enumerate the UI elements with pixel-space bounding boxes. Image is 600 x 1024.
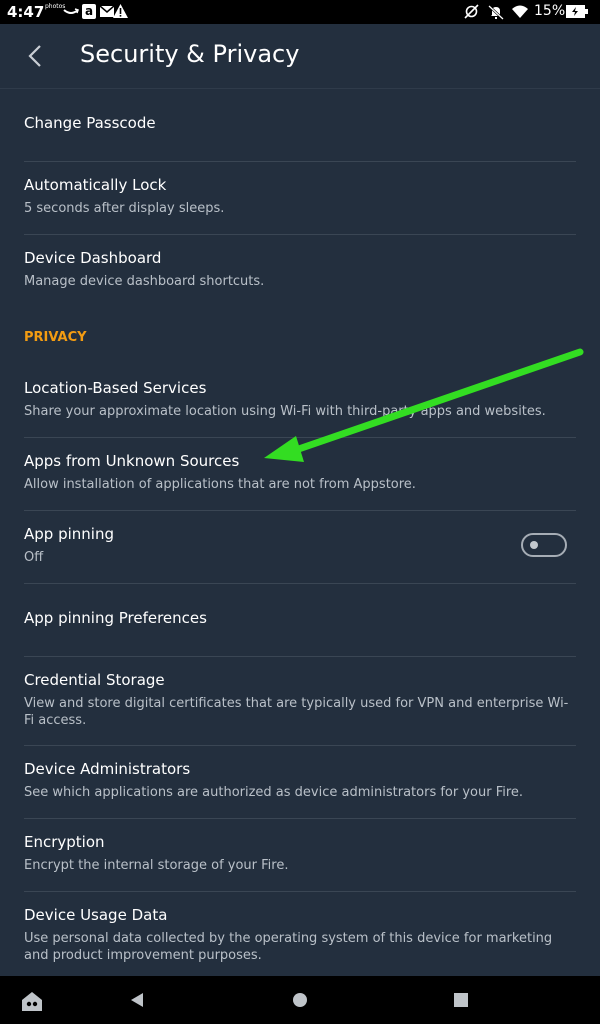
warning-icon [113, 4, 128, 18]
row-title: Automatically Lock [24, 176, 167, 194]
row-title: Location-Based Services [24, 379, 207, 397]
list-item-location-based-services[interactable]: Location-Based Services Share your appro… [24, 379, 576, 420]
navigation-bar [0, 976, 600, 1024]
divider [24, 583, 576, 584]
page-title: Security & Privacy [80, 40, 300, 68]
wifi-icon [512, 5, 528, 18]
toggle-knob [530, 541, 538, 549]
list-item-device-dashboard[interactable]: Device Dashboard Manage device dashboard… [24, 249, 576, 290]
battery-percent: 15% [534, 3, 566, 19]
row-subtitle: Use personal data collected by the opera… [24, 931, 553, 963]
row-subtitle: See which applications are authorized as… [24, 785, 524, 800]
divider [24, 437, 576, 438]
mail-icon [100, 6, 114, 17]
row-subtitle: 5 seconds after display sleeps. [24, 201, 225, 216]
row-title: Change Passcode [24, 114, 156, 132]
list-item-change-passcode[interactable]: Change Passcode [24, 114, 576, 132]
row-title: Device Usage Data [24, 906, 168, 924]
row-subtitle: Encrypt the internal storage of your Fir… [24, 858, 289, 873]
divider [24, 891, 576, 892]
photos-icon: photos [45, 3, 66, 10]
divider [24, 818, 576, 819]
list-item-app-pinning[interactable]: App pinning Off [24, 525, 576, 566]
app-pinning-toggle[interactable] [521, 533, 567, 557]
divider [24, 510, 576, 511]
sync-off-icon [464, 4, 479, 19]
row-subtitle: Manage device dashboard shortcuts. [24, 274, 265, 289]
app-header: Security & Privacy [0, 24, 600, 88]
list-item-apps-from-unknown-sources[interactable]: Apps from Unknown Sources Allow installa… [24, 452, 576, 493]
circle-home-icon[interactable] [292, 992, 308, 1008]
section-header-privacy: PRIVACY [24, 330, 87, 345]
amazon-app-icon: a [82, 4, 96, 19]
list-item-device-usage-data[interactable]: Device Usage Data Use personal data coll… [24, 906, 576, 964]
row-subtitle: Off [24, 550, 44, 565]
list-item-app-pinning-preferences[interactable]: App pinning Preferences [24, 609, 576, 627]
row-subtitle: View and store digital certificates that… [24, 696, 569, 728]
list-item-device-administrators[interactable]: Device Administrators See which applicat… [24, 760, 576, 801]
list-item-automatically-lock[interactable]: Automatically Lock 5 seconds after displ… [24, 176, 576, 217]
row-title: Device Administrators [24, 760, 191, 778]
list-item-credential-storage[interactable]: Credential Storage View and store digita… [24, 671, 576, 729]
row-subtitle: Share your approximate location using Wi… [24, 404, 546, 419]
row-title: App pinning Preferences [24, 609, 207, 627]
list-item-encryption[interactable]: Encryption Encrypt the internal storage … [24, 833, 576, 874]
notifications-off-icon [488, 5, 504, 20]
row-title: App pinning [24, 525, 114, 543]
divider [24, 745, 576, 746]
status-time: 4:47 [7, 3, 45, 21]
row-title: Encryption [24, 833, 105, 851]
back-triangle-icon[interactable] [129, 992, 145, 1008]
back-arrow-icon [28, 45, 41, 67]
battery-charging-icon [566, 5, 588, 18]
header-divider [0, 88, 600, 89]
row-title: Credential Storage [24, 671, 165, 689]
status-bar: 4:47 photos a 15% [0, 0, 600, 24]
row-title: Device Dashboard [24, 249, 162, 267]
back-button[interactable] [18, 36, 54, 76]
recents-square-icon[interactable] [454, 993, 468, 1007]
divider [24, 656, 576, 657]
divider [24, 161, 576, 162]
home-icon[interactable] [20, 990, 44, 1012]
row-subtitle: Allow installation of applications that … [24, 477, 416, 492]
divider [24, 234, 576, 235]
amazon-smile-icon [63, 8, 79, 14]
row-title: Apps from Unknown Sources [24, 452, 240, 470]
